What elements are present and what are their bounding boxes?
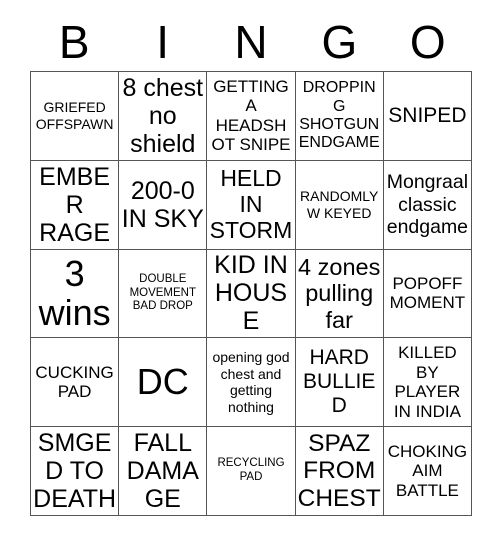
bingo-cell-label: EMBER RAGE	[39, 162, 111, 247]
bingo-cell[interactable]: SMGED TO DEATH	[31, 427, 120, 516]
bingo-header-letter-n: N	[234, 16, 268, 68]
bingo-cell[interactable]: GRIEFED OFFSPAWN	[31, 72, 120, 161]
bingo-header-letter-o: O	[409, 16, 446, 68]
bingo-cell[interactable]: DOUBLE MOVEMENT BAD DROP	[119, 249, 208, 339]
bingo-cell-label: KID IN HOUSE	[214, 251, 288, 336]
bingo-cell-label: RANDOMLY W KEYED	[300, 188, 379, 221]
bingo-cell[interactable]: POPOFF MOMENT	[383, 249, 472, 339]
bingo-cell[interactable]: SNIPED	[383, 72, 472, 161]
bingo-cell-label: Mongraal classic endgame	[386, 171, 469, 238]
bingo-cell-label: FALL DAMAGE	[126, 429, 199, 514]
bingo-cell[interactable]: RANDOMLY W KEYED	[295, 160, 384, 250]
bingo-cell[interactable]: DROPPING SHOTGUN ENDGAME	[295, 72, 384, 161]
bingo-cell[interactable]: 8 chest no shield	[119, 72, 208, 161]
bingo-cell[interactable]: Mongraal classic endgame	[383, 160, 472, 250]
bingo-cell-label: SPAZ FROM CHEST	[297, 429, 381, 512]
bingo-cell-label: HELD IN STORM	[209, 165, 293, 243]
bingo-cell-label: CHOKING AIM BATTLE	[387, 441, 468, 500]
bingo-cell-label: CUCKING PAD	[35, 362, 114, 402]
bingo-cell[interactable]: GETTING A HEADSHOT SNIPE	[207, 72, 296, 161]
bingo-cell-label: DC	[136, 361, 189, 403]
bingo-cell-label: SMGED TO DEATH	[33, 429, 117, 514]
bingo-cell[interactable]: KILLED BY PLAYER IN INDIA	[383, 338, 472, 428]
bingo-cell[interactable]: HELD IN STORM	[207, 160, 296, 250]
bingo-header-row: B I N GO	[30, 14, 472, 70]
bingo-cell-label: GRIEFED OFFSPAWN	[35, 99, 114, 132]
bingo-cell[interactable]: HARD BULLIED	[295, 338, 384, 428]
bingo-cell[interactable]: CHOKING AIM BATTLE	[383, 427, 472, 516]
bingo-cell-label: RECYCLING PAD	[217, 457, 285, 484]
bingo-cell-label: 8 chest no shield	[122, 73, 204, 158]
bingo-cell[interactable]: DC	[119, 338, 208, 428]
bingo-header-letter-i: I	[156, 16, 169, 68]
bingo-cell[interactable]: CUCKING PAD	[31, 338, 120, 428]
bingo-card: B I N GO GRIEFED OFFSPAWN 8 chest no shield G…	[0, 0, 500, 544]
bingo-cell-label: SNIPED	[388, 103, 467, 127]
bingo-cell[interactable]: FALL DAMAGE	[119, 427, 208, 516]
bingo-cell[interactable]: RECYCLING PAD	[207, 427, 296, 516]
bingo-cell-label: POPOFF MOMENT	[389, 273, 466, 313]
bingo-header-letter-b: B	[58, 16, 90, 68]
bingo-cell-label: HARD BULLIED	[303, 346, 376, 418]
bingo-cell-label: 4 zones pulling far	[298, 254, 381, 333]
bingo-cell-label: DOUBLE MOVEMENT BAD DROP	[129, 272, 197, 313]
bingo-cell[interactable]: 3 wins	[31, 249, 120, 339]
bingo-cell[interactable]: EMBER RAGE	[31, 160, 120, 250]
bingo-cell[interactable]: 4 zones pulling far	[295, 249, 384, 339]
bingo-header-letter-g: G	[321, 16, 358, 68]
bingo-cell-label: 200-0 IN SKY	[121, 176, 204, 233]
bingo-cell[interactable]: 200-0 IN SKY	[119, 160, 208, 250]
bingo-cell-label: DROPPING SHOTGUN ENDGAME	[298, 79, 380, 152]
bingo-cell-label: KILLED BY PLAYER IN INDIA	[393, 343, 461, 421]
bingo-grid: GRIEFED OFFSPAWN 8 chest no shield GETTING…	[30, 71, 472, 516]
bingo-cell-label: opening god chest and getting nothing	[212, 349, 290, 415]
bingo-cell[interactable]: SPAZ FROM CHEST	[295, 427, 384, 516]
bingo-cell[interactable]: opening god chest and getting nothing	[207, 338, 296, 428]
bingo-cell-label: GETTING A HEADSHOT SNIPE	[211, 76, 291, 155]
bingo-cell-label: 3 wins	[38, 252, 111, 334]
bingo-cell[interactable]: KID IN HOUSE	[207, 249, 296, 339]
